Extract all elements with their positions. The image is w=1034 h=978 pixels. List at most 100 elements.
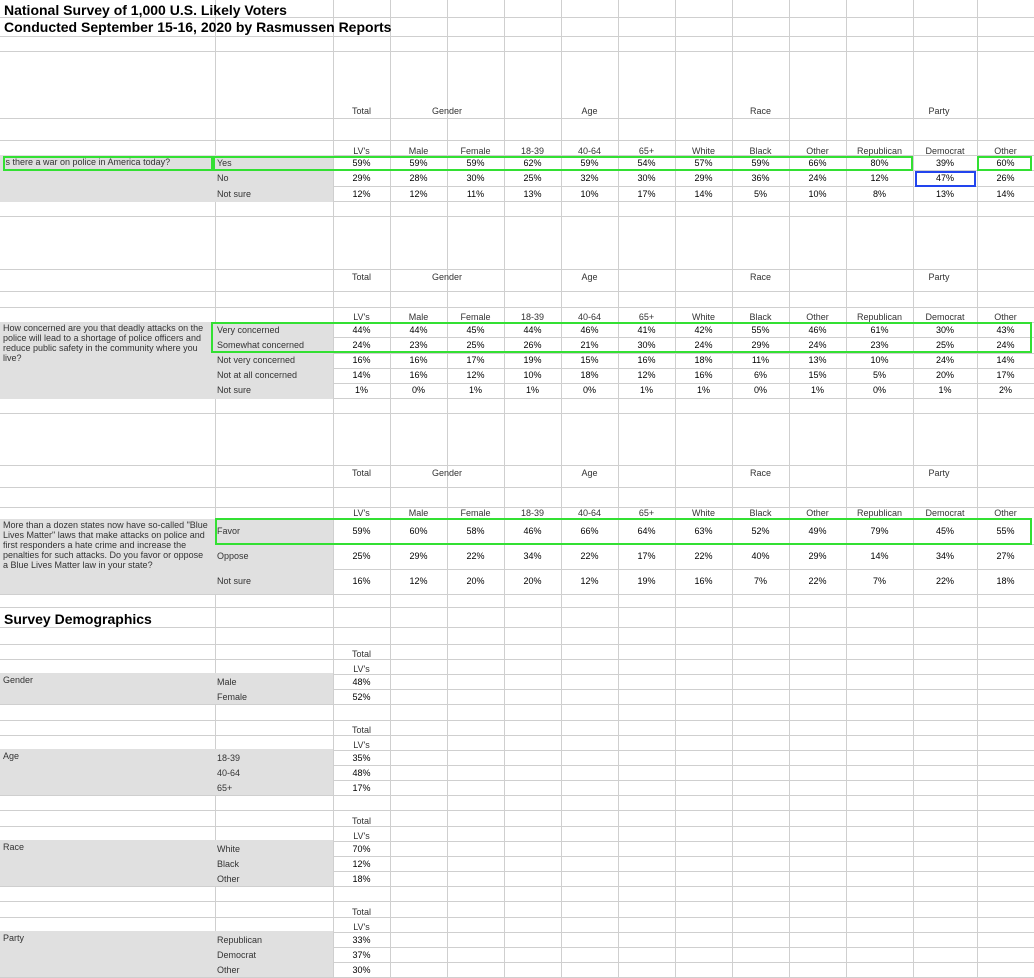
column-header: Black [749, 312, 772, 322]
table-cell[interactable]: 20% [936, 371, 954, 380]
table-cell[interactable]: 1% [697, 386, 710, 395]
table-cell[interactable]: 30% [466, 174, 484, 183]
table-cell[interactable]: 34% [523, 552, 541, 561]
table-cell[interactable]: 12% [466, 371, 484, 380]
demo-category-label: Party [3, 933, 25, 943]
group-header-gender: Gender [431, 272, 463, 282]
table-cell[interactable]: 16% [409, 356, 427, 365]
table-cell[interactable]: 5% [754, 190, 767, 199]
table-cell[interactable]: 15% [580, 356, 598, 365]
table-cell[interactable]: 1% [469, 386, 482, 395]
table-cell[interactable]: 13% [936, 190, 954, 199]
table-cell[interactable]: 19% [637, 577, 655, 586]
demo-value-cell[interactable]: 70% [352, 845, 370, 854]
table-cell[interactable]: 26% [996, 174, 1014, 183]
demo-value-cell[interactable]: 30% [352, 966, 370, 975]
demo-value-cell[interactable]: 52% [352, 693, 370, 702]
table-cell[interactable]: 13% [808, 356, 826, 365]
table-cell[interactable]: 17% [996, 371, 1014, 380]
table-cell[interactable]: 1% [811, 386, 824, 395]
table-cell[interactable]: 0% [873, 386, 886, 395]
table-cell[interactable]: 7% [873, 577, 886, 586]
table-cell[interactable]: 10% [523, 371, 541, 380]
table-cell[interactable]: 14% [870, 552, 888, 561]
table-cell[interactable]: 12% [637, 371, 655, 380]
table-cell[interactable]: 16% [352, 356, 370, 365]
table-cell[interactable]: 22% [808, 577, 826, 586]
table-cell[interactable]: 16% [694, 371, 712, 380]
table-cell[interactable]: 19% [523, 356, 541, 365]
table-cell[interactable]: 2% [999, 386, 1012, 395]
demo-value-cell[interactable]: 18% [352, 875, 370, 884]
table-cell[interactable]: 27% [996, 552, 1014, 561]
column-header: Female [460, 146, 491, 156]
table-cell[interactable]: 0% [583, 386, 596, 395]
table-cell[interactable]: 22% [580, 552, 598, 561]
table-cell[interactable]: 11% [752, 356, 769, 365]
table-cell[interactable]: 8% [873, 190, 886, 199]
table-cell[interactable]: 32% [580, 174, 598, 183]
table-cell[interactable]: 0% [754, 386, 767, 395]
table-cell[interactable]: 24% [808, 174, 826, 183]
table-cell[interactable]: 30% [637, 174, 655, 183]
table-cell[interactable]: 1% [640, 386, 653, 395]
table-cell[interactable]: 25% [523, 174, 541, 183]
table-cell[interactable]: 1% [938, 386, 951, 395]
table-cell[interactable]: 16% [352, 577, 370, 586]
table-cell[interactable]: 11% [467, 190, 484, 199]
demo-value-cell[interactable]: 33% [352, 936, 370, 945]
demo-value-cell[interactable]: 35% [352, 754, 370, 763]
table-cell[interactable]: 16% [694, 577, 712, 586]
table-cell[interactable]: 1% [355, 386, 368, 395]
table-cell[interactable]: 22% [936, 577, 954, 586]
table-cell[interactable]: 15% [808, 371, 826, 380]
table-cell[interactable]: 14% [996, 356, 1014, 365]
table-cell[interactable]: 40% [751, 552, 769, 561]
demo-value-cell[interactable]: 17% [352, 784, 370, 793]
table-cell[interactable]: 14% [694, 190, 712, 199]
table-cell[interactable]: 7% [754, 577, 767, 586]
table-cell[interactable]: 14% [352, 371, 370, 380]
table-cell[interactable]: 17% [637, 552, 655, 561]
demo-value-cell[interactable]: 48% [352, 678, 370, 687]
demo-value-cell[interactable]: 48% [352, 769, 370, 778]
table-cell[interactable]: 12% [409, 577, 427, 586]
table-cell[interactable]: 16% [409, 371, 427, 380]
demo-value-cell[interactable]: 37% [352, 951, 370, 960]
table-cell[interactable]: 39% [936, 159, 954, 168]
table-cell[interactable]: 18% [694, 356, 712, 365]
table-cell[interactable]: 25% [352, 552, 370, 561]
table-cell[interactable]: 10% [870, 356, 888, 365]
table-cell[interactable]: 17% [466, 356, 484, 365]
table-cell[interactable]: 20% [466, 577, 484, 586]
table-cell[interactable]: 22% [466, 552, 484, 561]
column-header: Democrat [925, 312, 965, 322]
table-cell[interactable]: 14% [996, 190, 1014, 199]
table-cell[interactable]: 10% [580, 190, 598, 199]
table-cell[interactable]: 29% [352, 174, 370, 183]
table-cell[interactable]: 13% [523, 190, 541, 199]
table-cell[interactable]: 12% [580, 577, 598, 586]
table-cell[interactable]: 29% [694, 174, 712, 183]
table-cell[interactable]: 1% [526, 386, 539, 395]
table-cell[interactable]: 5% [873, 371, 886, 380]
table-cell[interactable]: 18% [996, 577, 1014, 586]
table-cell[interactable]: 34% [936, 552, 954, 561]
table-cell[interactable]: 28% [409, 174, 427, 183]
table-cell[interactable]: 36% [751, 174, 769, 183]
table-cell[interactable]: 18% [580, 371, 598, 380]
table-cell[interactable]: 29% [409, 552, 427, 561]
table-cell[interactable]: 17% [637, 190, 655, 199]
table-cell[interactable]: 12% [870, 174, 888, 183]
table-cell[interactable]: 29% [808, 552, 826, 561]
table-cell[interactable]: 12% [352, 190, 370, 199]
table-cell[interactable]: 20% [523, 577, 541, 586]
table-cell[interactable]: 6% [754, 371, 767, 380]
table-cell[interactable]: 0% [412, 386, 425, 395]
table-cell[interactable]: 12% [409, 190, 427, 199]
table-cell[interactable]: 24% [936, 356, 954, 365]
table-cell[interactable]: 22% [694, 552, 712, 561]
table-cell[interactable]: 16% [637, 356, 655, 365]
demo-value-cell[interactable]: 12% [352, 860, 370, 869]
table-cell[interactable]: 10% [808, 190, 826, 199]
